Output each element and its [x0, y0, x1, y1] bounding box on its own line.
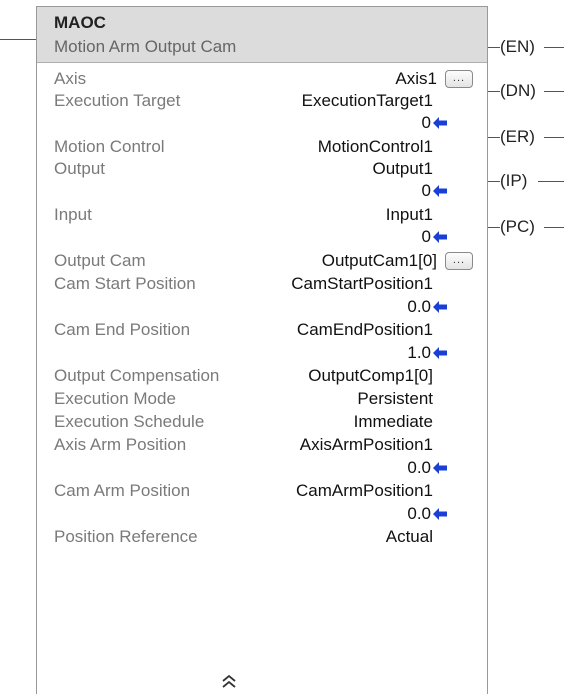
operand-subvalue: 1.0: [407, 343, 431, 362]
operand-value[interactable]: CamEndPosition1: [297, 320, 433, 340]
pin-wire: [488, 181, 500, 182]
left-arrow-icon: [433, 347, 447, 359]
left-arrow-icon: [433, 117, 447, 129]
pin-wire: [488, 47, 500, 48]
operand-subvalue: 0.0: [407, 458, 431, 477]
operand-row-execution-mode: Execution Mode Persistent: [37, 389, 487, 411]
operand-subvalue: 0: [421, 227, 431, 246]
double-chevron-up-icon: [222, 674, 236, 688]
operand-value[interactable]: MotionControl1: [318, 137, 433, 157]
operand-subvalue: 0.0: [407, 297, 431, 316]
pin-label: (PC): [500, 217, 535, 236]
operand-subvalue: 0.0: [407, 504, 431, 523]
collapse-button[interactable]: [219, 673, 239, 691]
pin-wire: [544, 91, 564, 92]
operand-row-cam-end-position: Cam End Position CamEndPosition1: [37, 320, 487, 342]
operand-label: Output Compensation: [54, 366, 220, 385]
output-pin-en: (EN): [488, 36, 564, 58]
ellipsis-icon: ...: [452, 72, 466, 84]
operand-row-execution-schedule: Execution Schedule Immediate: [37, 412, 487, 434]
pin-wire: [488, 91, 500, 92]
block-header: MAOC Motion Arm Output Cam: [37, 7, 487, 63]
operand-subvalue: 0: [421, 181, 431, 200]
operand-subvalue: 0: [421, 113, 431, 132]
operand-subvalue-row: 0.0: [37, 458, 487, 480]
operand-value[interactable]: Immediate: [354, 412, 433, 432]
left-arrow-icon: [433, 508, 447, 520]
operand-subvalue-row: 1.0: [37, 343, 487, 365]
operand-value[interactable]: OutputCam1[0]: [322, 251, 437, 271]
operand-label: Axis: [54, 69, 87, 88]
operand-label: Execution Target: [54, 91, 181, 110]
operand-subvalue-row: 0: [37, 227, 487, 249]
operand-value[interactable]: Input1: [386, 205, 433, 225]
operand-label: Execution Mode: [54, 389, 176, 408]
operand-row-position-reference: Position Reference Actual: [37, 527, 487, 549]
pin-label: (ER): [500, 127, 535, 146]
operand-label: Input: [54, 205, 92, 224]
operand-label: Execution Schedule: [54, 412, 205, 431]
output-pin-dn: (DN): [488, 80, 564, 102]
operand-subvalue-row: 0: [37, 181, 487, 203]
output-pin-ip: (IP): [488, 170, 564, 192]
pin-label: (EN): [500, 37, 535, 56]
operand-row-cam-start-position: Cam Start Position CamStartPosition1: [37, 274, 487, 296]
operand-value[interactable]: CamArmPosition1: [296, 481, 433, 501]
maoc-instruction-block[interactable]: MAOC Motion Arm Output Cam Axis Axis1 ..…: [36, 6, 488, 694]
operand-subvalue-row: 0: [37, 113, 487, 135]
operand-value[interactable]: ExecutionTarget1: [302, 91, 433, 111]
operand-label: Motion Control: [54, 137, 165, 156]
left-arrow-icon: [433, 462, 447, 474]
pin-wire: [544, 137, 564, 138]
instruction-mnemonic: MAOC: [54, 13, 106, 32]
instruction-description: Motion Arm Output Cam: [54, 37, 237, 56]
operand-row-axis: Axis Axis1 ...: [37, 69, 487, 91]
operand-row-output: Output Output1: [37, 159, 487, 181]
operand-subvalue-row: 0.0: [37, 297, 487, 319]
operand-row-axis-arm-position: Axis Arm Position AxisArmPosition1: [37, 435, 487, 457]
browse-button[interactable]: ...: [445, 252, 473, 270]
operand-row-cam-arm-position: Cam Arm Position CamArmPosition1: [37, 481, 487, 503]
output-pin-er: (ER): [488, 126, 564, 148]
pin-wire: [544, 227, 564, 228]
left-arrow-icon: [433, 185, 447, 197]
operand-label: Position Reference: [54, 527, 198, 546]
pin-wire: [538, 181, 564, 182]
operand-row-input: Input Input1: [37, 205, 487, 227]
operand-value[interactable]: CamStartPosition1: [291, 274, 433, 294]
operand-value[interactable]: Axis1: [395, 69, 437, 89]
operand-row-output-cam: Output Cam OutputCam1[0] ...: [37, 251, 487, 273]
output-pin-pc: (PC): [488, 216, 564, 238]
operand-label: Output: [54, 159, 106, 178]
left-arrow-icon: [433, 301, 447, 313]
operand-value[interactable]: Output1: [373, 159, 434, 179]
browse-button[interactable]: ...: [445, 70, 473, 88]
operand-row-output-compensation: Output Compensation OutputComp1[0]: [37, 366, 487, 388]
pin-wire: [544, 47, 564, 48]
operand-value[interactable]: AxisArmPosition1: [300, 435, 433, 455]
operand-value[interactable]: Persistent: [357, 389, 433, 409]
operand-row-execution-target: Execution Target ExecutionTarget1: [37, 91, 487, 113]
operand-value[interactable]: Actual: [386, 527, 433, 547]
operand-label: Cam Start Position: [54, 274, 196, 293]
ellipsis-icon: ...: [452, 254, 466, 266]
operand-label: Cam End Position: [54, 320, 191, 339]
left-arrow-icon: [433, 231, 447, 243]
operand-label: Cam Arm Position: [54, 481, 191, 500]
pin-wire: [488, 137, 500, 138]
operand-value[interactable]: OutputComp1[0]: [308, 366, 433, 386]
operand-subvalue-row: 0.0: [37, 504, 487, 526]
pin-label: (DN): [500, 81, 536, 100]
pin-label: (IP): [500, 171, 528, 190]
pin-wire: [488, 227, 500, 228]
operand-row-motion-control: Motion Control MotionControl1: [37, 137, 487, 159]
input-rung-wire: [0, 39, 36, 40]
operand-label: Axis Arm Position: [54, 435, 187, 454]
operand-label: Output Cam: [54, 251, 146, 270]
